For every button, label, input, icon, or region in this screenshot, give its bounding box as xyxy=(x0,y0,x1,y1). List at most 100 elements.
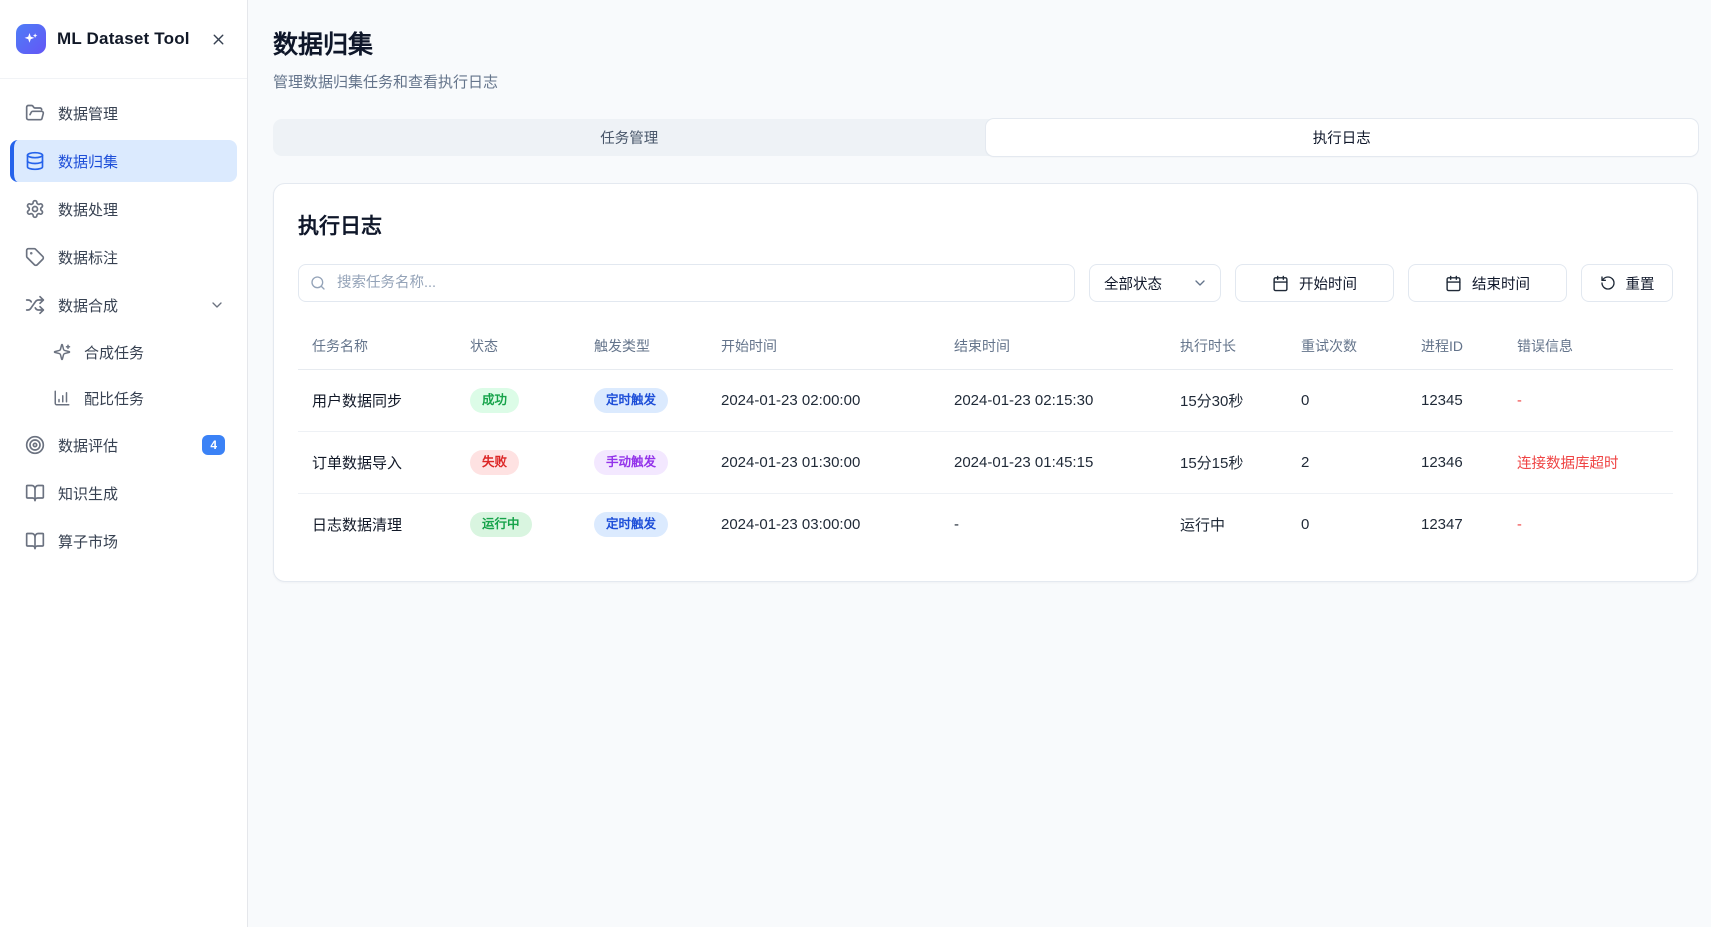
page-subtitle: 管理数据归集任务和查看执行日志 xyxy=(273,71,1698,92)
column-header: 执行时长 xyxy=(1166,324,1287,370)
cell-error: - xyxy=(1503,370,1673,432)
page-title: 数据归集 xyxy=(273,25,1698,61)
target-icon xyxy=(25,435,45,455)
gear-icon xyxy=(25,199,45,219)
table-row: 用户数据同步 成功 定时触发 2024-01-23 02:00:00 2024-… xyxy=(298,370,1673,432)
cell-retries: 0 xyxy=(1287,370,1407,432)
reset-label: 重置 xyxy=(1626,273,1655,294)
cell-end-time: 2024-01-23 02:15:30 xyxy=(940,370,1166,432)
close-sidebar-button[interactable] xyxy=(205,26,231,52)
sidebar-item-tag[interactable]: 数据标注 xyxy=(10,236,237,278)
chevron-down-icon xyxy=(209,297,225,313)
panel-title: 执行日志 xyxy=(298,210,1673,240)
shuffle-icon xyxy=(25,295,45,315)
search-field-wrap xyxy=(298,264,1075,302)
cell-retries: 0 xyxy=(1287,494,1407,556)
sidebar-item-label: 数据归集 xyxy=(58,151,118,172)
logs-table: 任务名称状态触发类型开始时间结束时间执行时长重试次数进程ID错误信息 用户数据同… xyxy=(298,324,1673,555)
filter-toolbar: 全部状态 开始时间 结束时间 重置 xyxy=(298,264,1673,302)
app-logo xyxy=(16,24,46,54)
column-header: 开始时间 xyxy=(707,324,940,370)
column-header: 任务名称 xyxy=(298,324,456,370)
calendar-icon xyxy=(1445,275,1462,292)
tab-task-management[interactable]: 任务管理 xyxy=(273,119,986,156)
cell-task-name: 日志数据清理 xyxy=(298,494,456,556)
table-row: 日志数据清理 运行中 定时触发 2024-01-23 03:00:00 - 运行… xyxy=(298,494,1673,556)
column-header: 错误信息 xyxy=(1503,324,1673,370)
cell-pid: 12347 xyxy=(1407,494,1503,556)
column-header: 结束时间 xyxy=(940,324,1166,370)
cell-duration: 运行中 xyxy=(1166,494,1287,556)
count-badge: 4 xyxy=(202,435,225,455)
sidebar-item-book-open[interactable]: 算子市场 xyxy=(10,520,237,562)
cell-task-name: 订单数据导入 xyxy=(298,432,456,494)
sidebar-nav: 数据管理 数据归集 数据处理 数据标注 数据合成 合成任务 配比任务 数据评估 xyxy=(0,79,247,581)
start-time-button[interactable]: 开始时间 xyxy=(1235,264,1394,302)
column-header: 进程ID xyxy=(1407,324,1503,370)
end-time-label: 结束时间 xyxy=(1472,273,1530,294)
tag-icon xyxy=(25,247,45,267)
trigger-badge: 定时触发 xyxy=(594,388,668,413)
cell-end-time: - xyxy=(940,494,1166,556)
sidebar-item-shuffle[interactable]: 数据合成 xyxy=(10,284,237,326)
sidebar-header: ML Dataset Tool xyxy=(0,0,247,79)
tab-execution-logs[interactable]: 执行日志 xyxy=(986,119,1699,156)
logs-table-header-row: 任务名称状态触发类型开始时间结束时间执行时长重试次数进程ID错误信息 xyxy=(298,324,1673,370)
cell-trigger: 定时触发 xyxy=(580,494,707,556)
end-time-button[interactable]: 结束时间 xyxy=(1408,264,1567,302)
cell-end-time: 2024-01-23 01:45:15 xyxy=(940,432,1166,494)
sidebar-item-label: 数据处理 xyxy=(58,199,118,220)
start-time-label: 开始时间 xyxy=(1299,273,1357,294)
sidebar-item-database[interactable]: 数据归集 xyxy=(10,140,237,182)
status-badge: 运行中 xyxy=(470,512,532,537)
cell-duration: 15分15秒 xyxy=(1166,432,1287,494)
sidebar-item-label: 数据管理 xyxy=(58,103,118,124)
column-header: 触发类型 xyxy=(580,324,707,370)
trigger-badge: 定时触发 xyxy=(594,512,668,537)
cell-status: 运行中 xyxy=(456,494,580,556)
book-open-icon xyxy=(25,483,45,503)
sidebar-item-book-open[interactable]: 知识生成 xyxy=(10,472,237,514)
sidebar-item-label: 算子市场 xyxy=(58,531,118,552)
sidebar-item-folder[interactable]: 数据管理 xyxy=(10,92,237,134)
cell-task-name: 用户数据同步 xyxy=(298,370,456,432)
cell-status: 失败 xyxy=(456,432,580,494)
sidebar-item-label: 配比任务 xyxy=(84,388,144,409)
cell-trigger: 定时触发 xyxy=(580,370,707,432)
close-icon xyxy=(210,31,227,48)
trigger-badge: 手动触发 xyxy=(594,450,668,475)
cell-trigger: 手动触发 xyxy=(580,432,707,494)
cell-start-time: 2024-01-23 03:00:00 xyxy=(707,494,940,556)
sidebar-item-label: 合成任务 xyxy=(84,342,144,363)
book-open-icon xyxy=(25,531,45,551)
chevron-down-icon xyxy=(1192,275,1208,291)
cell-status: 成功 xyxy=(456,370,580,432)
bar-chart-icon xyxy=(53,389,71,407)
sidebar: ML Dataset Tool 数据管理 数据归集 数据处理 数据标注 数据合成… xyxy=(0,0,248,927)
reset-icon xyxy=(1600,275,1616,291)
cell-start-time: 2024-01-23 01:30:00 xyxy=(707,432,940,494)
execution-logs-panel: 执行日志 全部状态 开始时间 结束时间 重置 xyxy=(273,183,1698,582)
cell-pid: 12346 xyxy=(1407,432,1503,494)
status-filter-value: 全部状态 xyxy=(1104,273,1162,294)
cell-pid: 12345 xyxy=(1407,370,1503,432)
cell-error: - xyxy=(1503,494,1673,556)
search-icon xyxy=(310,275,326,291)
sidebar-item-label: 数据评估 xyxy=(58,435,118,456)
sidebar-item-label: 知识生成 xyxy=(58,483,118,504)
database-icon xyxy=(25,151,45,171)
sidebar-item-target[interactable]: 数据评估 4 xyxy=(10,424,237,466)
status-filter-select[interactable]: 全部状态 xyxy=(1089,264,1221,302)
sidebar-item-sparkles[interactable]: 合成任务 xyxy=(10,332,237,372)
column-header: 状态 xyxy=(456,324,580,370)
logs-table-body: 用户数据同步 成功 定时触发 2024-01-23 02:00:00 2024-… xyxy=(298,370,1673,556)
app-title: ML Dataset Tool xyxy=(57,29,194,49)
sidebar-item-gear[interactable]: 数据处理 xyxy=(10,188,237,230)
sparkles-icon xyxy=(53,343,71,361)
sidebar-item-label: 数据合成 xyxy=(58,295,118,316)
search-input[interactable] xyxy=(298,264,1075,302)
reset-button[interactable]: 重置 xyxy=(1581,264,1673,302)
status-badge: 失败 xyxy=(470,450,519,475)
cell-retries: 2 xyxy=(1287,432,1407,494)
sidebar-item-bar-chart[interactable]: 配比任务 xyxy=(10,378,237,418)
